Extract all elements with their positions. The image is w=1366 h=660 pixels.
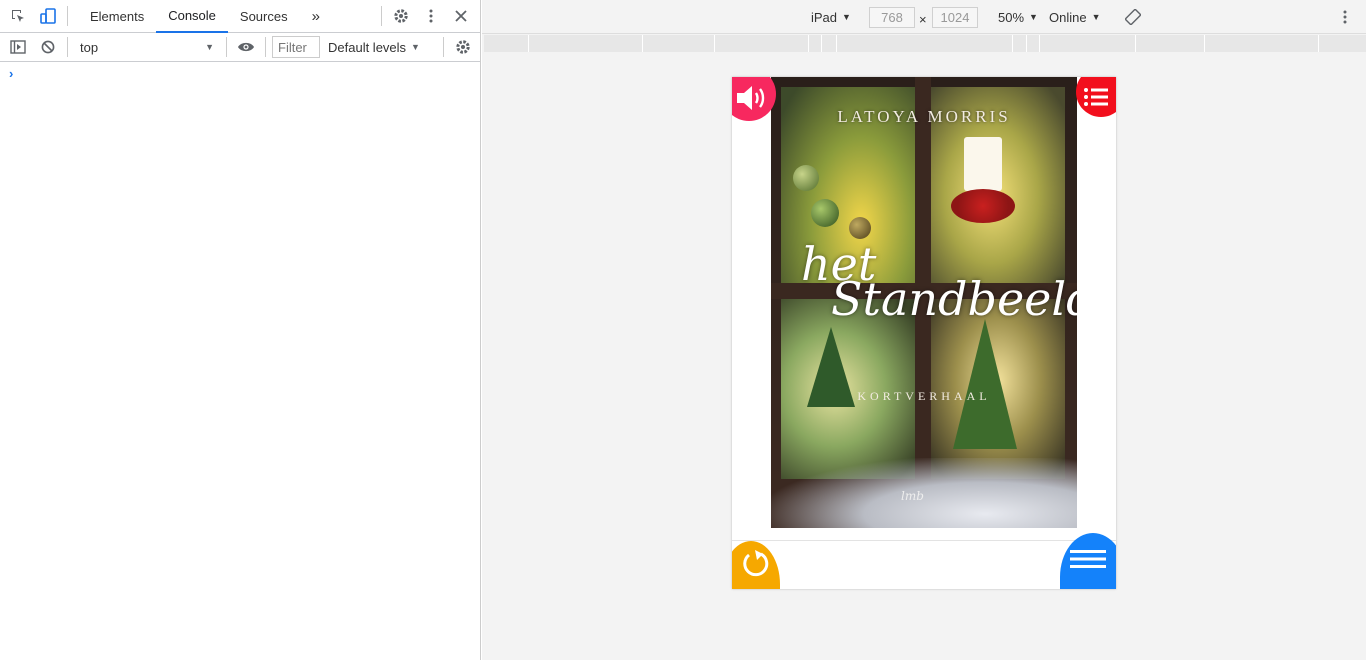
console-prompt[interactable]: › bbox=[9, 66, 13, 81]
rotate-icon[interactable] bbox=[1125, 6, 1141, 28]
eye-icon[interactable] bbox=[231, 31, 261, 63]
context-select[interactable]: top ▼ bbox=[72, 36, 222, 58]
tab-sources[interactable]: Sources bbox=[228, 0, 300, 33]
more-tabs-button[interactable]: » bbox=[300, 0, 332, 33]
speaker-icon bbox=[737, 86, 765, 110]
separator bbox=[67, 37, 68, 57]
filter-input[interactable] bbox=[272, 36, 320, 58]
log-levels-select[interactable]: Default levels ▼ bbox=[320, 40, 428, 55]
chevron-down-icon: ▼ bbox=[411, 42, 420, 52]
reload-button[interactable] bbox=[732, 541, 780, 589]
inspect-icon[interactable] bbox=[3, 0, 33, 32]
device-toggle-icon[interactable] bbox=[33, 0, 63, 32]
publisher-logo: lmb bbox=[901, 489, 924, 503]
candle bbox=[964, 137, 1002, 191]
devtools-panel: Elements Console Sources » top ▼ Filter … bbox=[0, 0, 481, 660]
height-input[interactable] bbox=[932, 7, 978, 28]
sound-button[interactable] bbox=[732, 77, 776, 121]
separator bbox=[265, 37, 266, 57]
hamburger-icon bbox=[1070, 550, 1106, 568]
close-icon[interactable] bbox=[446, 0, 476, 32]
zoom-value: 50% bbox=[998, 9, 1025, 25]
device-name: iPad bbox=[811, 9, 838, 25]
device-select[interactable]: iPad ▼ bbox=[811, 6, 851, 28]
device-toolbar: iPad ▼ × 50% ▼ Online ▼ bbox=[482, 0, 1366, 34]
device-emulation-area: iPad ▼ × 50% ▼ Online ▼ bbox=[482, 0, 1366, 660]
candle-berries bbox=[951, 189, 1015, 223]
separator bbox=[226, 37, 227, 57]
chevron-down-icon: ▼ bbox=[1029, 12, 1038, 22]
cover-snow bbox=[771, 458, 1077, 528]
book-subtitle: KORTVERHAAL bbox=[857, 389, 991, 403]
width-input[interactable] bbox=[869, 7, 915, 28]
media-query-ruler[interactable] bbox=[484, 35, 1366, 52]
tab-console[interactable]: Console bbox=[156, 0, 228, 33]
chevron-down-icon: ▼ bbox=[1091, 12, 1101, 22]
tab-elements[interactable]: Elements bbox=[78, 0, 156, 33]
menu-button[interactable] bbox=[1060, 533, 1116, 589]
refresh-icon bbox=[743, 550, 769, 577]
book-author: LATOYA MORRIS bbox=[837, 107, 1011, 126]
device-viewport[interactable]: LATOYA MORRIS het Standbeeld KORTVERHAAL… bbox=[732, 77, 1116, 589]
chevron-down-icon: ▼ bbox=[842, 12, 851, 22]
kebab-icon[interactable] bbox=[416, 0, 446, 32]
context-value: top bbox=[80, 39, 99, 55]
zoom-select[interactable]: 50% ▼ bbox=[998, 6, 1038, 28]
separator bbox=[443, 37, 444, 57]
settings-icon[interactable] bbox=[386, 0, 416, 32]
table-of-contents-button[interactable] bbox=[1076, 77, 1116, 117]
ornament bbox=[793, 165, 819, 191]
devtools-tabbar: Elements Console Sources » bbox=[0, 0, 480, 33]
console-settings-icon[interactable] bbox=[448, 31, 478, 63]
ornament bbox=[849, 217, 871, 239]
device-options-kebab-icon[interactable] bbox=[1343, 6, 1347, 28]
log-levels-label: Default levels bbox=[328, 39, 407, 55]
times-sign: × bbox=[919, 11, 927, 27]
clear-console-icon[interactable] bbox=[33, 31, 63, 63]
separator bbox=[67, 6, 68, 26]
tree-right bbox=[953, 319, 1017, 449]
console-output[interactable]: › bbox=[0, 62, 480, 85]
book-title-line2: Standbeeld bbox=[831, 272, 1077, 326]
separator bbox=[381, 6, 382, 26]
console-toolbar: top ▼ Default levels ▼ bbox=[0, 33, 480, 62]
book-cover[interactable]: LATOYA MORRIS het Standbeeld KORTVERHAAL… bbox=[771, 77, 1077, 528]
network-throttle-select[interactable]: Online ▼ bbox=[1049, 6, 1101, 28]
network-value: Online bbox=[1049, 9, 1087, 25]
ornament bbox=[811, 199, 839, 227]
chevron-down-icon: ▼ bbox=[205, 42, 214, 52]
list-icon bbox=[1084, 88, 1108, 106]
sidebar-icon[interactable] bbox=[3, 31, 33, 63]
bottom-divider bbox=[732, 540, 1116, 541]
